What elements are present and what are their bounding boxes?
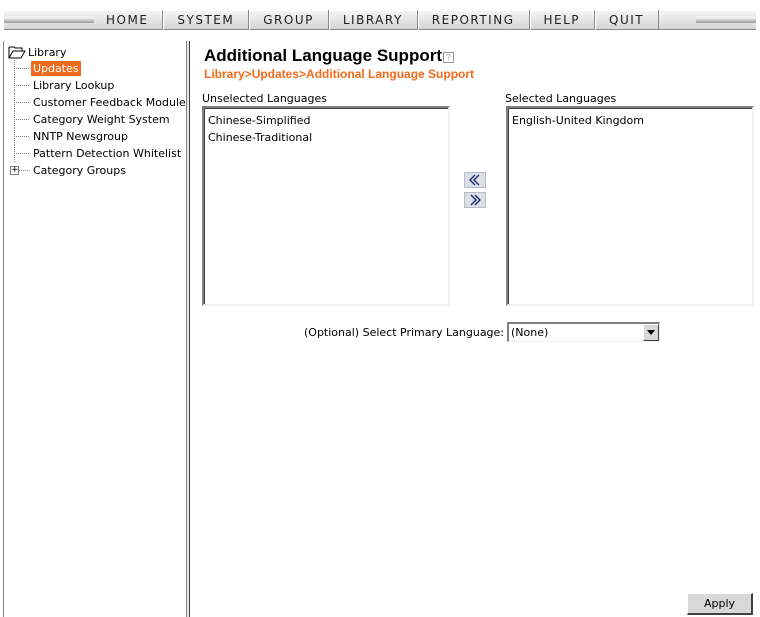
tree-item-label: Category Groups xyxy=(33,164,126,177)
page-title-text: Additional Language Support xyxy=(204,46,442,65)
help-icon[interactable]: ? xyxy=(442,52,454,63)
expand-plus-icon[interactable]: + xyxy=(10,166,19,175)
list-item[interactable]: English-United Kingdom xyxy=(510,112,750,129)
page-title: Additional Language Support? xyxy=(204,46,454,66)
tree-connector xyxy=(14,119,15,128)
main-content: Additional Language Support? Library>Upd… xyxy=(191,41,760,617)
tree-item-label: Library Lookup xyxy=(33,79,115,92)
tree-connector xyxy=(14,136,15,145)
tree-item-updates[interactable]: Updates xyxy=(14,60,184,77)
tree-item-label: Customer Feedback Module xyxy=(33,96,186,109)
library-tree-panel: Library Updates Library Lookup Customer … xyxy=(3,41,186,617)
nav-home[interactable]: HOME xyxy=(92,10,162,30)
list-item[interactable]: Chinese-Traditional xyxy=(206,129,446,146)
tree-connector xyxy=(14,153,15,162)
tree-item-nntp-newsgroup[interactable]: NNTP Newsgroup xyxy=(14,128,184,145)
primary-language-label: (Optional) Select Primary Language: xyxy=(304,325,505,339)
tree-connector xyxy=(14,68,15,77)
breadcrumb: Library>Updates>Additional Language Supp… xyxy=(204,67,475,81)
tree-item-pattern-detection-whitelist[interactable]: Pattern Detection Whitelist xyxy=(14,145,184,162)
tree-item-category-groups[interactable]: + Category Groups xyxy=(10,162,184,179)
tree-item-label: Category Weight System xyxy=(33,113,170,126)
unselected-languages-label: Unselected Languages xyxy=(202,92,327,105)
tree-root-label: Library xyxy=(28,45,67,59)
tree-connector xyxy=(14,85,15,94)
primary-language-row: (Optional) Select Primary Language: (Non… xyxy=(304,322,661,342)
nav-group[interactable]: GROUP xyxy=(248,10,328,30)
list-item[interactable]: Chinese-Simplified xyxy=(206,112,446,129)
nav-library[interactable]: LIBRARY xyxy=(327,10,417,30)
nav-system[interactable]: SYSTEM xyxy=(162,10,248,30)
panel-splitter[interactable] xyxy=(186,41,190,617)
tree-list: Updates Library Lookup Customer Feedback… xyxy=(10,60,186,179)
tree-item-customer-feedback-module[interactable]: Customer Feedback Module xyxy=(14,94,186,111)
nav-divider xyxy=(658,10,662,30)
nav-menu: HOME SYSTEM GROUP LIBRARY REPORTING HELP… xyxy=(92,10,662,30)
tree-item-library-lookup[interactable]: Library Lookup xyxy=(14,77,184,94)
tree-item-label: Pattern Detection Whitelist xyxy=(33,147,182,160)
double-chevron-left-icon xyxy=(469,174,480,186)
tree-item-label: Updates xyxy=(31,61,81,76)
move-right-button[interactable] xyxy=(464,192,486,208)
triangle-down-icon xyxy=(647,330,656,335)
tree-connector xyxy=(14,102,15,111)
primary-language-value: (None) xyxy=(511,326,549,339)
unselected-languages-list[interactable]: Chinese-Simplified Chinese-Traditional xyxy=(202,106,450,306)
selected-languages-list[interactable]: English-United Kingdom xyxy=(506,106,754,306)
top-nav-bar: HOME SYSTEM GROUP LIBRARY REPORTING HELP… xyxy=(0,0,760,40)
selected-languages-label: Selected Languages xyxy=(505,92,617,105)
tree-root-library[interactable]: Library xyxy=(8,44,66,60)
move-left-button[interactable] xyxy=(464,172,486,188)
nav-quit[interactable]: QUIT xyxy=(594,10,658,30)
tree-item-label: NNTP Newsgroup xyxy=(33,130,128,143)
nav-help[interactable]: HELP xyxy=(528,10,595,30)
apply-button[interactable]: Apply xyxy=(687,593,753,615)
open-folder-icon xyxy=(8,45,26,59)
dropdown-button[interactable] xyxy=(643,324,660,341)
nav-reporting[interactable]: REPORTING xyxy=(416,10,529,30)
double-chevron-right-icon xyxy=(470,194,481,206)
tree-item-category-weight-system[interactable]: Category Weight System xyxy=(14,111,184,128)
primary-language-select[interactable]: (None) xyxy=(507,322,661,342)
